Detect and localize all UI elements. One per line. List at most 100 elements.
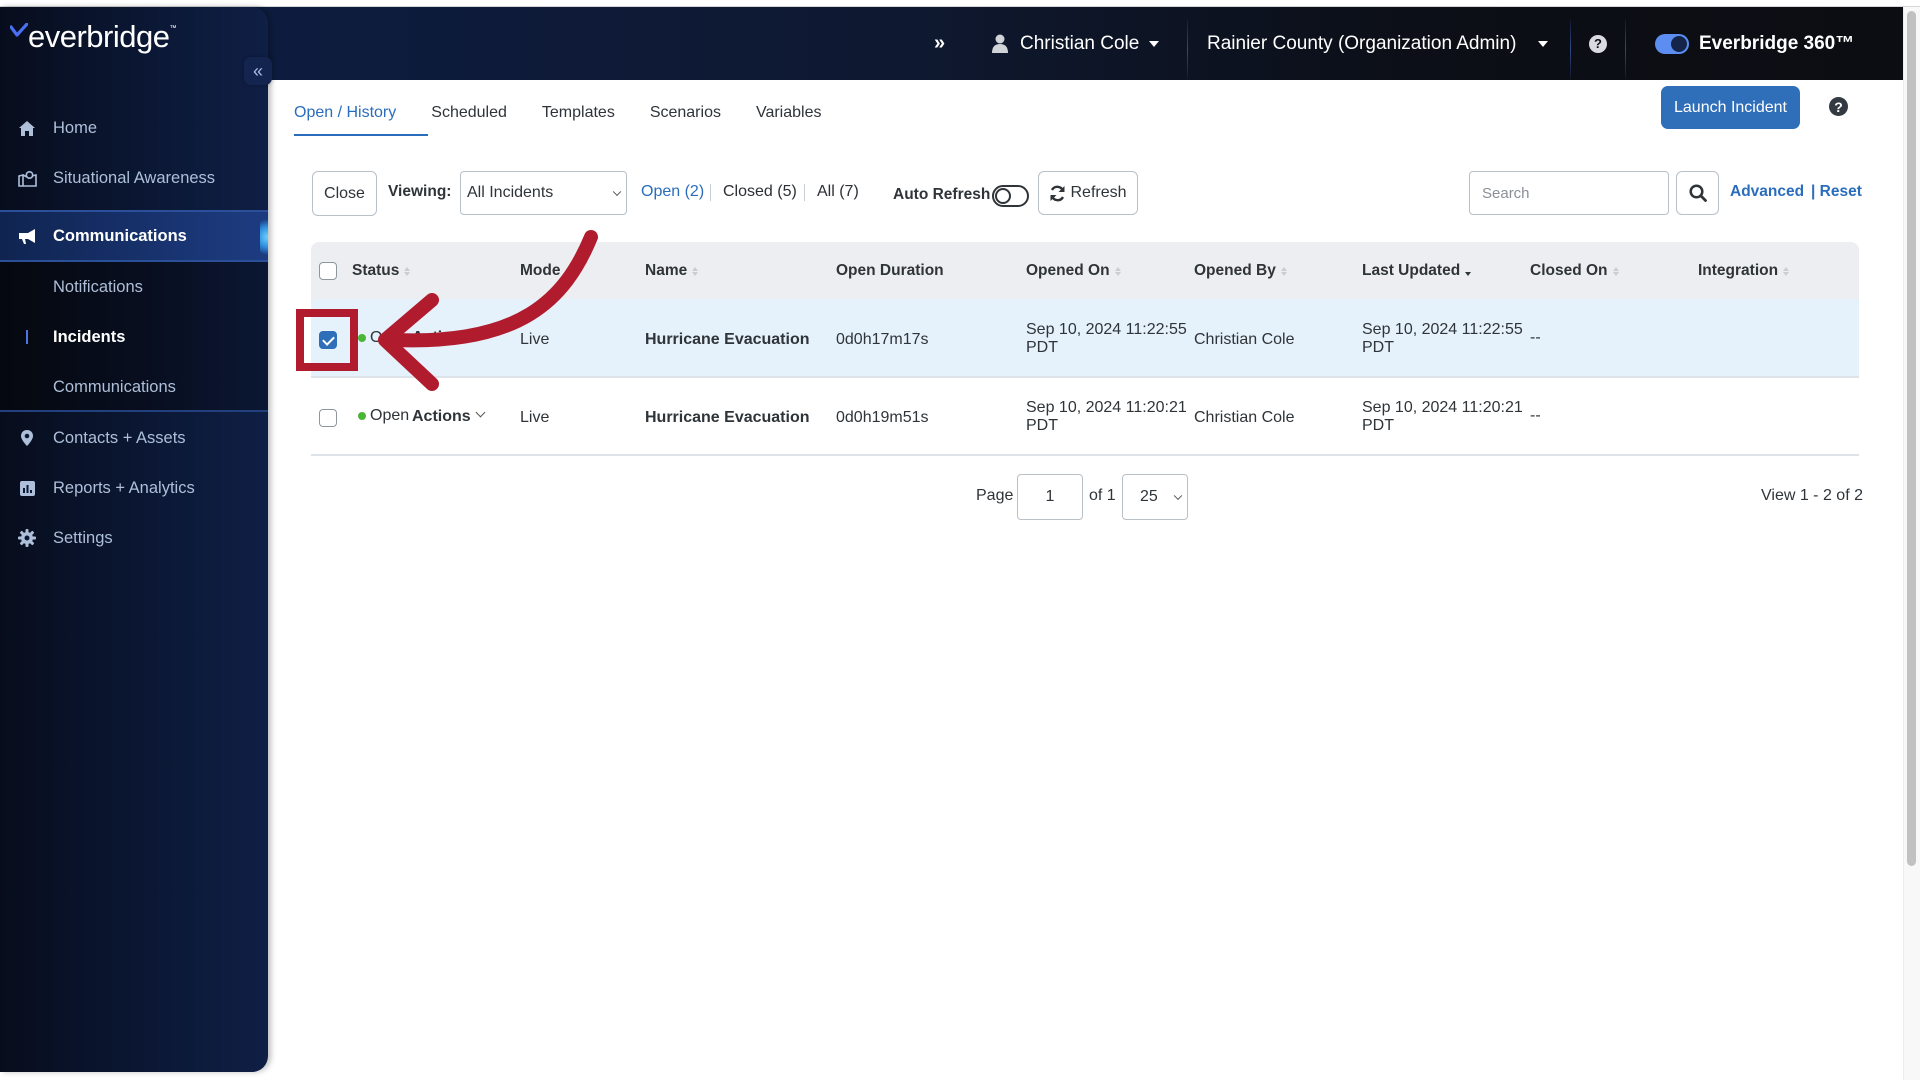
- row-checkbox[interactable]: [319, 331, 337, 349]
- actions-dropdown[interactable]: Actions: [412, 408, 471, 425]
- actions-dropdown[interactable]: Actions: [412, 329, 471, 346]
- last-updated-cell: Sep 10, 2024 11:20:21: [1362, 399, 1523, 416]
- sidebar-item-label: Reports + Analytics: [53, 478, 195, 497]
- column-header-open-duration[interactable]: Open Duration: [836, 262, 944, 280]
- communications-submenu: Notifications Incidents Communications: [0, 262, 268, 412]
- chevron-down-icon: [612, 187, 622, 197]
- incident-name-link[interactable]: Hurricane Evacuation: [645, 409, 810, 426]
- closed-on-cell: --: [1530, 407, 1541, 424]
- row-checkbox[interactable]: [319, 409, 337, 427]
- sidebar-item-reports-analytics[interactable]: Reports + Analytics: [0, 463, 268, 513]
- search-button[interactable]: [1676, 171, 1719, 215]
- column-header-mode[interactable]: Mode: [520, 262, 560, 280]
- column-header-closed-on[interactable]: Closed On: [1530, 262, 1619, 280]
- filter-open[interactable]: Open (2): [641, 183, 704, 201]
- organization-menu[interactable]: Rainier County (Organization Admin): [1207, 7, 1549, 80]
- sidebar-item-label: Home: [53, 118, 98, 137]
- everbridge-logo[interactable]: everbridge ™: [10, 19, 176, 55]
- mode-cell: Live: [520, 331, 550, 348]
- double-chevron-left-icon: «: [252, 60, 263, 81]
- viewing-select[interactable]: All Incidents: [460, 171, 627, 215]
- select-all-checkbox[interactable]: [319, 262, 337, 280]
- sort-icon: [1280, 266, 1287, 276]
- product-toggle[interactable]: Everbridge 360™: [1655, 7, 1854, 80]
- column-header-opened-on[interactable]: Opened On: [1026, 262, 1121, 280]
- home-icon: [17, 118, 37, 138]
- question-circle-icon: ?: [1834, 98, 1843, 115]
- column-header-integration[interactable]: Integration: [1698, 262, 1790, 280]
- submenu-item-notifications[interactable]: Notifications: [53, 278, 143, 297]
- duration-cell: 0d0h17m17s: [836, 331, 929, 348]
- reset-link[interactable]: | Reset: [1811, 183, 1862, 201]
- opened-on-cell: Sep 10, 2024 11:20:21: [1026, 399, 1187, 416]
- sort-icon: [692, 266, 699, 276]
- user-icon: [992, 34, 1008, 53]
- opened-on-tz: PDT: [1026, 417, 1058, 434]
- user-menu[interactable]: Christian Cole: [992, 7, 1160, 80]
- filter-divider: [710, 184, 711, 201]
- expand-menu-button[interactable]: »: [934, 7, 945, 80]
- refresh-icon: [1050, 185, 1065, 201]
- sidebar-item-situational-awareness[interactable]: Situational Awareness: [0, 153, 268, 203]
- status-text: Open: [370, 329, 410, 346]
- column-header-name[interactable]: Name: [645, 262, 699, 280]
- column-header-status[interactable]: Status: [352, 262, 411, 280]
- opened-by-cell: Christian Cole: [1194, 331, 1295, 348]
- viewing-label: Viewing:: [388, 183, 452, 200]
- search-input[interactable]: [1469, 171, 1669, 215]
- chevron-down-icon: [1173, 491, 1183, 501]
- annotation-overlay: [296, 230, 598, 391]
- sort-icon: [1612, 266, 1619, 276]
- tab-scenarios[interactable]: Scenarios: [650, 90, 721, 136]
- tab-variables[interactable]: Variables: [756, 90, 822, 136]
- page-scrollbar-thumb[interactable]: [1907, 11, 1916, 866]
- submenu-item-incidents[interactable]: Incidents: [53, 328, 125, 347]
- page-help-button[interactable]: ?: [1829, 97, 1848, 116]
- logo-mark-icon: [10, 23, 28, 37]
- sidebar-item-label: Communications: [53, 226, 187, 245]
- help-button[interactable]: ?: [1589, 7, 1607, 80]
- advanced-search-link[interactable]: Advanced: [1730, 183, 1804, 201]
- sidebar: everbridge ™ Home Situational Awareness …: [0, 7, 268, 1072]
- tab-scheduled[interactable]: Scheduled: [431, 90, 507, 136]
- refresh-button[interactable]: Refresh: [1038, 171, 1138, 215]
- opened-by-cell: Christian Cole: [1194, 409, 1295, 426]
- sort-icon: [1114, 266, 1121, 276]
- tab-open-history[interactable]: Open / History: [294, 90, 396, 136]
- page-size-value: 25: [1140, 488, 1158, 505]
- organization-name: Rainier County (Organization Admin): [1207, 32, 1517, 54]
- page-label: Page: [976, 487, 1014, 504]
- refresh-label: Refresh: [1070, 184, 1127, 201]
- logo-text: everbridge: [28, 19, 170, 54]
- last-updated-cell: Sep 10, 2024 11:22:55: [1362, 321, 1523, 338]
- sidebar-item-contacts-assets[interactable]: Contacts + Assets: [0, 413, 268, 463]
- page-number-input[interactable]: 1: [1017, 474, 1083, 520]
- column-header-last-updated[interactable]: Last Updated: [1362, 262, 1472, 280]
- filter-all[interactable]: All (7): [817, 183, 859, 201]
- auto-refresh-toggle[interactable]: [992, 185, 1029, 207]
- toggle-switch-icon[interactable]: [1655, 33, 1689, 54]
- user-name: Christian Cole: [1020, 32, 1140, 54]
- closed-on-cell: --: [1530, 329, 1541, 346]
- close-incident-button[interactable]: Close: [312, 171, 377, 216]
- results-summary: View 1 - 2 of 2: [1761, 487, 1863, 504]
- status-text: Open: [370, 407, 410, 424]
- page-size-select[interactable]: 25: [1122, 474, 1188, 520]
- product-toggle-label: Everbridge 360™: [1699, 32, 1855, 54]
- collapse-sidebar-button[interactable]: «: [244, 57, 272, 85]
- sidebar-item-communications[interactable]: Communications: [0, 210, 268, 262]
- filter-closed[interactable]: Closed (5): [723, 183, 797, 201]
- sidebar-item-label: Settings: [53, 528, 113, 547]
- sidebar-item-home[interactable]: Home: [0, 103, 268, 153]
- opened-on-cell: Sep 10, 2024 11:22:55: [1026, 321, 1187, 338]
- mode-cell: Live: [520, 409, 550, 426]
- launch-incident-button[interactable]: Launch Incident: [1661, 86, 1800, 129]
- tab-templates[interactable]: Templates: [542, 90, 615, 136]
- submenu-item-communications[interactable]: Communications: [53, 378, 176, 397]
- column-header-opened-by[interactable]: Opened By: [1194, 262, 1287, 280]
- incident-name-link[interactable]: Hurricane Evacuation: [645, 331, 810, 348]
- megaphone-icon: [17, 226, 37, 246]
- caret-down-icon: [1538, 40, 1549, 47]
- sidebar-item-settings[interactable]: Settings: [0, 513, 268, 563]
- last-updated-tz: PDT: [1362, 339, 1394, 356]
